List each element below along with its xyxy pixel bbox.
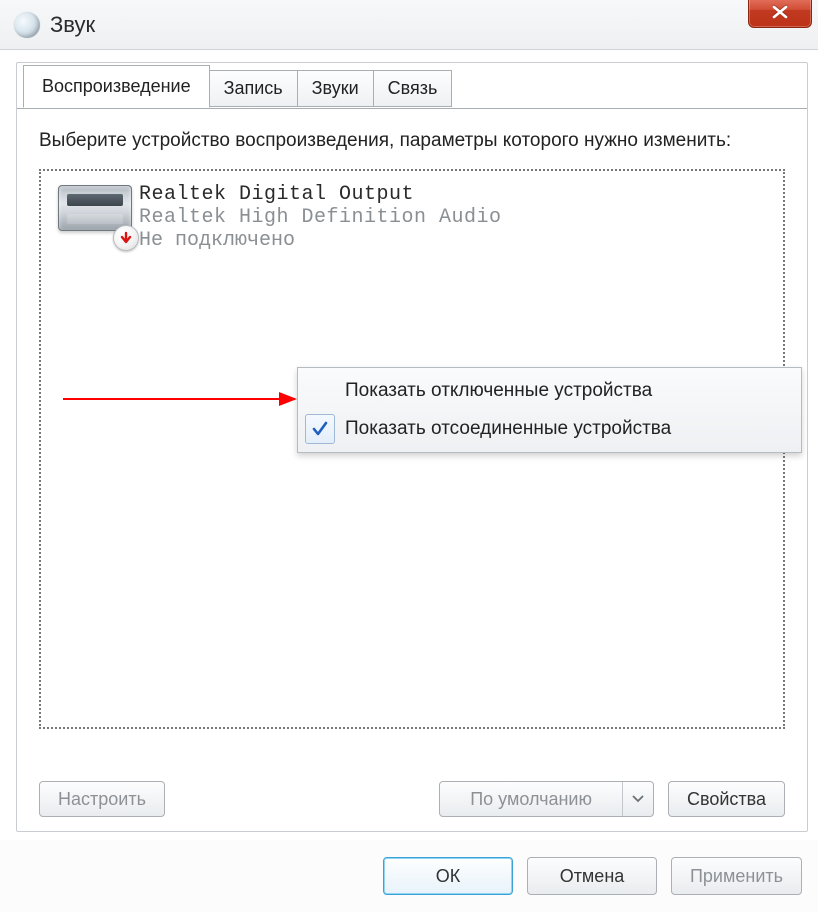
properties-button[interactable]: Свойства [668, 781, 785, 817]
instruction-text: Выберите устройство воспроизведения, пар… [39, 127, 785, 155]
menu-item-show-disabled[interactable]: Показать отключенные устройства [301, 372, 798, 410]
arrow-down-icon [119, 231, 133, 245]
tab-body: Выберите устройство воспроизведения, пар… [17, 108, 807, 831]
check-icon [311, 420, 329, 438]
device-status: Не подключено [139, 229, 502, 252]
button-label: Настроить [58, 789, 146, 810]
configure-button[interactable]: Настроить [39, 781, 165, 817]
close-icon [771, 5, 789, 19]
status-badge [113, 225, 139, 251]
tab-playback[interactable]: Воспроизведение [23, 65, 210, 108]
device-list[interactable]: Realtek Digital Output Realtek High Defi… [39, 169, 785, 729]
annotation-arrow-icon [63, 389, 297, 409]
context-menu: Показать отключенные устройства Показать… [297, 367, 802, 453]
device-icon-wrap [51, 181, 139, 231]
menu-label: Показать отсоединенные устройства [345, 418, 671, 440]
tab-strip: Воспроизведение Запись Звуки Связь [17, 62, 807, 105]
chevron-down-icon [632, 795, 644, 803]
dialog-content: Воспроизведение Запись Звуки Связь Выбер… [16, 62, 808, 832]
set-default-dropdown[interactable] [623, 782, 653, 816]
device-driver: Realtek High Definition Audio [139, 206, 502, 229]
menu-label: Показать отключенные устройства [345, 380, 652, 402]
cancel-button[interactable]: Отмена [527, 857, 657, 895]
button-label: Применить [690, 866, 783, 887]
button-label: ОК [436, 866, 461, 887]
menu-checkbox [305, 376, 335, 406]
tab-communications[interactable]: Связь [373, 70, 453, 107]
apply-button[interactable]: Применить [671, 857, 802, 895]
window-title: Звук [50, 12, 95, 38]
ok-button[interactable]: ОК [383, 857, 513, 895]
button-label: По умолчанию [470, 789, 592, 810]
set-default-button[interactable]: По умолчанию [439, 781, 654, 817]
device-item[interactable]: Realtek Digital Output Realtek High Defi… [41, 175, 783, 258]
bottom-button-row: Настроить По умолчанию Свойства [39, 781, 785, 817]
device-texts: Realtek Digital Output Realtek High Defi… [139, 181, 502, 252]
tab-label: Связь [388, 78, 438, 99]
tab-sounds[interactable]: Звуки [297, 70, 374, 107]
device-name: Realtek Digital Output [139, 183, 502, 206]
device-hardware-icon [58, 185, 132, 231]
button-label: Свойства [687, 789, 766, 810]
menu-checkbox-checked [305, 414, 335, 444]
tab-label: Воспроизведение [42, 76, 191, 97]
tab-label: Звуки [312, 78, 359, 99]
titlebar: Звук [0, 0, 818, 50]
button-label: Отмена [560, 866, 625, 887]
dialog-footer: ОК Отмена Применить [0, 840, 818, 912]
tab-label: Запись [224, 78, 283, 99]
sound-icon [14, 12, 40, 38]
tab-recording[interactable]: Запись [209, 70, 298, 107]
menu-item-show-disconnected[interactable]: Показать отсоединенные устройства [301, 410, 798, 448]
set-default-main[interactable]: По умолчанию [440, 782, 623, 816]
close-button[interactable] [748, 0, 812, 28]
